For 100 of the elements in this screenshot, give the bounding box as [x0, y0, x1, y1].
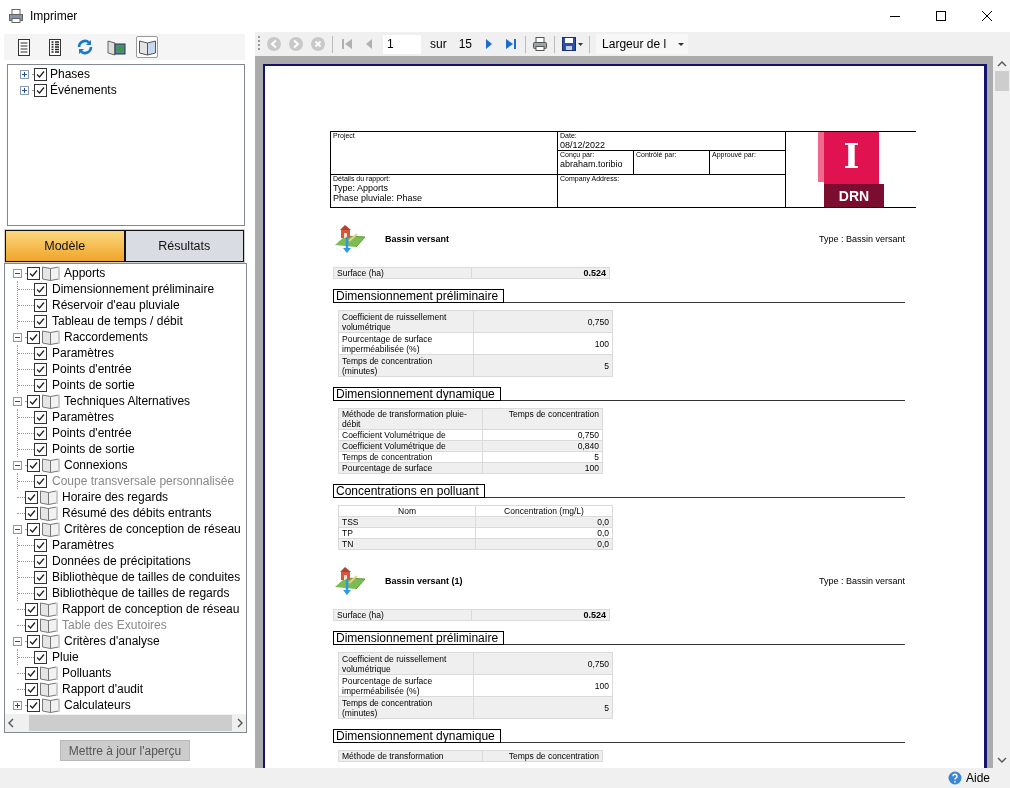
- checkbox[interactable]: [34, 538, 47, 552]
- checkbox[interactable]: [34, 586, 47, 600]
- collapse-icon[interactable]: [13, 460, 22, 470]
- checkbox[interactable]: [25, 506, 38, 520]
- tree-item[interactable]: Rapport de conception de réseau: [62, 602, 240, 616]
- tree-item[interactable]: Points d'entrée: [52, 362, 132, 376]
- tree-item[interactable]: Critères de conception de réseau: [64, 522, 241, 536]
- page-number-field[interactable]: 1: [383, 34, 421, 54]
- scrollbar-thumb[interactable]: [994, 71, 1009, 91]
- checkbox[interactable]: [27, 458, 40, 472]
- checkbox[interactable]: [34, 67, 47, 81]
- expand-icon[interactable]: [20, 85, 29, 95]
- tree-item[interactable]: Apports: [64, 266, 106, 280]
- checkbox[interactable]: [34, 282, 47, 296]
- book-icon: [41, 392, 61, 410]
- checkbox[interactable]: [27, 634, 40, 648]
- table-cell: Pourcentage de surface: [338, 462, 483, 474]
- tree-item[interactable]: Paramètres: [52, 538, 115, 552]
- collapse-icon[interactable]: [13, 524, 22, 534]
- tree-item[interactable]: Événements: [50, 83, 117, 97]
- scrollbar-thumb[interactable]: [29, 715, 232, 731]
- tree-item[interactable]: Paramètres: [52, 410, 115, 424]
- checkbox[interactable]: [34, 314, 47, 328]
- help-link[interactable]: Aide: [965, 771, 990, 785]
- page-icon: [16, 38, 30, 56]
- checkbox[interactable]: [34, 554, 47, 568]
- table-cell: Pourcentage de surface imperméabilisée (%): [338, 674, 474, 697]
- column-header: Nom: [338, 505, 476, 517]
- table-cell: TSS: [338, 516, 476, 528]
- checkbox[interactable]: [27, 698, 40, 712]
- tree-item[interactable]: Raccordements: [64, 330, 149, 344]
- tree-item[interactable]: Bibliothèque de tailles de conduites: [52, 570, 241, 584]
- logo-letter: I: [824, 132, 879, 184]
- checkbox[interactable]: [34, 83, 47, 97]
- checkbox[interactable]: [34, 410, 47, 424]
- tree-item[interactable]: Dimensionnement préliminaire: [52, 282, 215, 296]
- checkbox[interactable]: [25, 490, 38, 504]
- tab[interactable]: Modèle: [5, 230, 125, 262]
- scroll-up-icon[interactable]: [996, 60, 1007, 67]
- tree-item[interactable]: Calculateurs: [64, 698, 131, 712]
- table-cell: Temps de concentration (minutes): [338, 696, 474, 719]
- tree-item[interactable]: Résumé des débits entrants: [62, 506, 212, 520]
- save-icon[interactable]: [561, 36, 584, 52]
- tree-item[interactable]: Bibliothèque de tailles de regards: [52, 586, 230, 600]
- checkbox[interactable]: [25, 682, 38, 696]
- checkbox[interactable]: [34, 442, 47, 456]
- collapse-icon[interactable]: [13, 332, 22, 342]
- expand-icon[interactable]: [13, 700, 22, 710]
- tab[interactable]: Résultats: [124, 230, 244, 262]
- collapse-icon[interactable]: [13, 268, 22, 278]
- tree-item[interactable]: Points de sortie: [52, 378, 135, 392]
- printer-icon[interactable]: [532, 36, 549, 52]
- scroll-left-icon[interactable]: [8, 718, 15, 728]
- checkbox[interactable]: [34, 426, 47, 440]
- expand-icon[interactable]: [20, 69, 29, 79]
- book-icon: [39, 616, 59, 634]
- tree-item[interactable]: Tableau de temps / débit: [52, 314, 183, 328]
- checkbox[interactable]: [34, 346, 47, 360]
- tree-item[interactable]: Rapport d'audit: [62, 682, 143, 696]
- tree-item[interactable]: Horaire des regards: [62, 490, 169, 504]
- maximize-icon: [936, 11, 946, 21]
- catchment-icon: [333, 223, 367, 255]
- tree-item[interactable]: Critères d'analyse: [64, 634, 160, 648]
- tree-item[interactable]: Données de précipitations: [52, 554, 191, 568]
- tree-item[interactable]: Paramètres: [52, 346, 115, 360]
- tree-item[interactable]: Points de sortie: [52, 442, 135, 456]
- tree-item[interactable]: Réservoir d'eau pluviale: [52, 298, 180, 312]
- horizontal-scrollbar[interactable]: [5, 714, 246, 732]
- table-cell: Coefficient de ruissellement volumétrique: [338, 310, 474, 333]
- toolbar-button[interactable]: [136, 36, 158, 58]
- checkbox[interactable]: [27, 522, 40, 536]
- checkbox[interactable]: [34, 298, 47, 312]
- checkbox[interactable]: [27, 266, 40, 280]
- tree-item[interactable]: Phases: [50, 67, 91, 81]
- table-cell: 5: [473, 696, 613, 719]
- checkbox[interactable]: [25, 666, 38, 680]
- checkbox[interactable]: [34, 650, 47, 664]
- collapse-icon[interactable]: [13, 396, 22, 406]
- checkbox[interactable]: [27, 330, 40, 344]
- table-cell: 0,0: [475, 538, 613, 550]
- window-title: Imprimer: [30, 9, 79, 23]
- tree-item[interactable]: Points d'entrée: [52, 426, 132, 440]
- tree-item[interactable]: Polluants: [62, 666, 112, 680]
- tree-item[interactable]: Techniques Alternatives: [64, 394, 191, 408]
- checkbox[interactable]: [34, 362, 47, 376]
- checkbox[interactable]: [34, 378, 47, 392]
- checkbox[interactable]: [27, 394, 40, 408]
- tree-item[interactable]: Pluie: [52, 650, 79, 664]
- column-header: Concentration (mg/L): [475, 505, 613, 517]
- checkbox[interactable]: [25, 602, 38, 616]
- collapse-icon[interactable]: [13, 636, 22, 646]
- checkbox[interactable]: [34, 570, 47, 584]
- scroll-right-icon[interactable]: [236, 718, 243, 728]
- help-icon[interactable]: [947, 771, 962, 785]
- column-header: Méthode de transformation pluie-débit: [338, 408, 483, 430]
- scroll-down-icon[interactable]: [996, 757, 1007, 764]
- tree-item[interactable]: Connexions: [64, 458, 128, 472]
- table-cell: Coefficient Volumétrique de: [338, 429, 483, 441]
- table-cell: 100: [473, 674, 613, 697]
- zoom-dropdown[interactable]: Largeur de l: [596, 34, 689, 54]
